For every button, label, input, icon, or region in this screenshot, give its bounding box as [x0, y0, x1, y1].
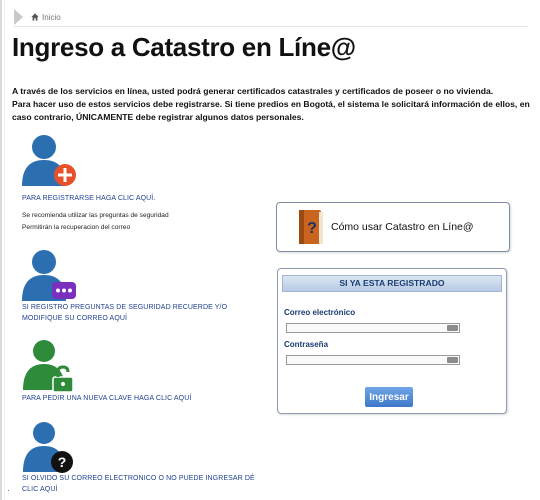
intro-text: A través de los servicios en línea, uste…	[12, 85, 532, 124]
breadcrumb: Inicio	[14, 8, 528, 27]
left-border-inner	[4, 0, 5, 500]
password-field-keyboard-icon[interactable]	[447, 357, 458, 363]
email-field-keyboard-icon[interactable]	[447, 325, 458, 331]
svg-text:?: ?	[58, 454, 67, 470]
user-lock-icon[interactable]	[20, 336, 80, 394]
help-label: Cómo usar Catastro en Líne@	[331, 221, 474, 233]
email-field[interactable]	[286, 323, 460, 333]
forgot-email-link[interactable]: SI OLVIDO SU CORREO ELECTRONICO O NO PUE…	[22, 473, 262, 495]
register-note-2: Permitirán la recuperacion del correo	[22, 224, 131, 231]
book-help-icon: ?	[299, 210, 323, 244]
login-panel: SI YA ESTA REGISTRADO Correo electrónico…	[277, 268, 507, 414]
breadcrumb-home-label: Inicio	[42, 12, 61, 22]
footer-dot	[8, 490, 9, 491]
register-note-1: Se recomienda utilizar las preguntas de …	[22, 212, 169, 219]
intro-line-1: A través de los servicios en línea, uste…	[12, 86, 494, 96]
email-label: Correo electrónico	[284, 308, 356, 317]
intro-line-2: Para hacer uso de estos servicios debe r…	[12, 99, 530, 122]
password-field[interactable]	[286, 355, 460, 365]
user-question-icon[interactable]: ?	[20, 418, 80, 476]
page-title: Ingreso a Catastro en Líne@	[12, 32, 356, 62]
user-add-icon[interactable]	[20, 130, 80, 188]
register-link[interactable]: PARA REGISTRARSE HAGA CLIC AQUÍ.	[22, 193, 155, 204]
svg-text:?: ?	[307, 220, 317, 237]
login-button[interactable]: Ingresar	[365, 387, 413, 407]
user-chat-icon[interactable]	[20, 245, 80, 303]
home-icon	[31, 13, 39, 21]
new-password-link[interactable]: PARA PEDIR UNA NUEVA CLAVE HAGA CLIC AQU…	[22, 393, 191, 404]
password-label: Contraseña	[284, 340, 329, 349]
security-questions-link[interactable]: SI REGISTRO PREGUNTAS DE SEGURIDAD RECUE…	[22, 302, 242, 324]
breadcrumb-arrow-icon	[14, 9, 23, 25]
left-border	[0, 0, 2, 500]
breadcrumb-home-link[interactable]: Inicio	[31, 13, 61, 22]
help-button[interactable]: ? Cómo usar Catastro en Líne@	[276, 202, 510, 252]
login-header: SI YA ESTA REGISTRADO	[282, 275, 502, 292]
